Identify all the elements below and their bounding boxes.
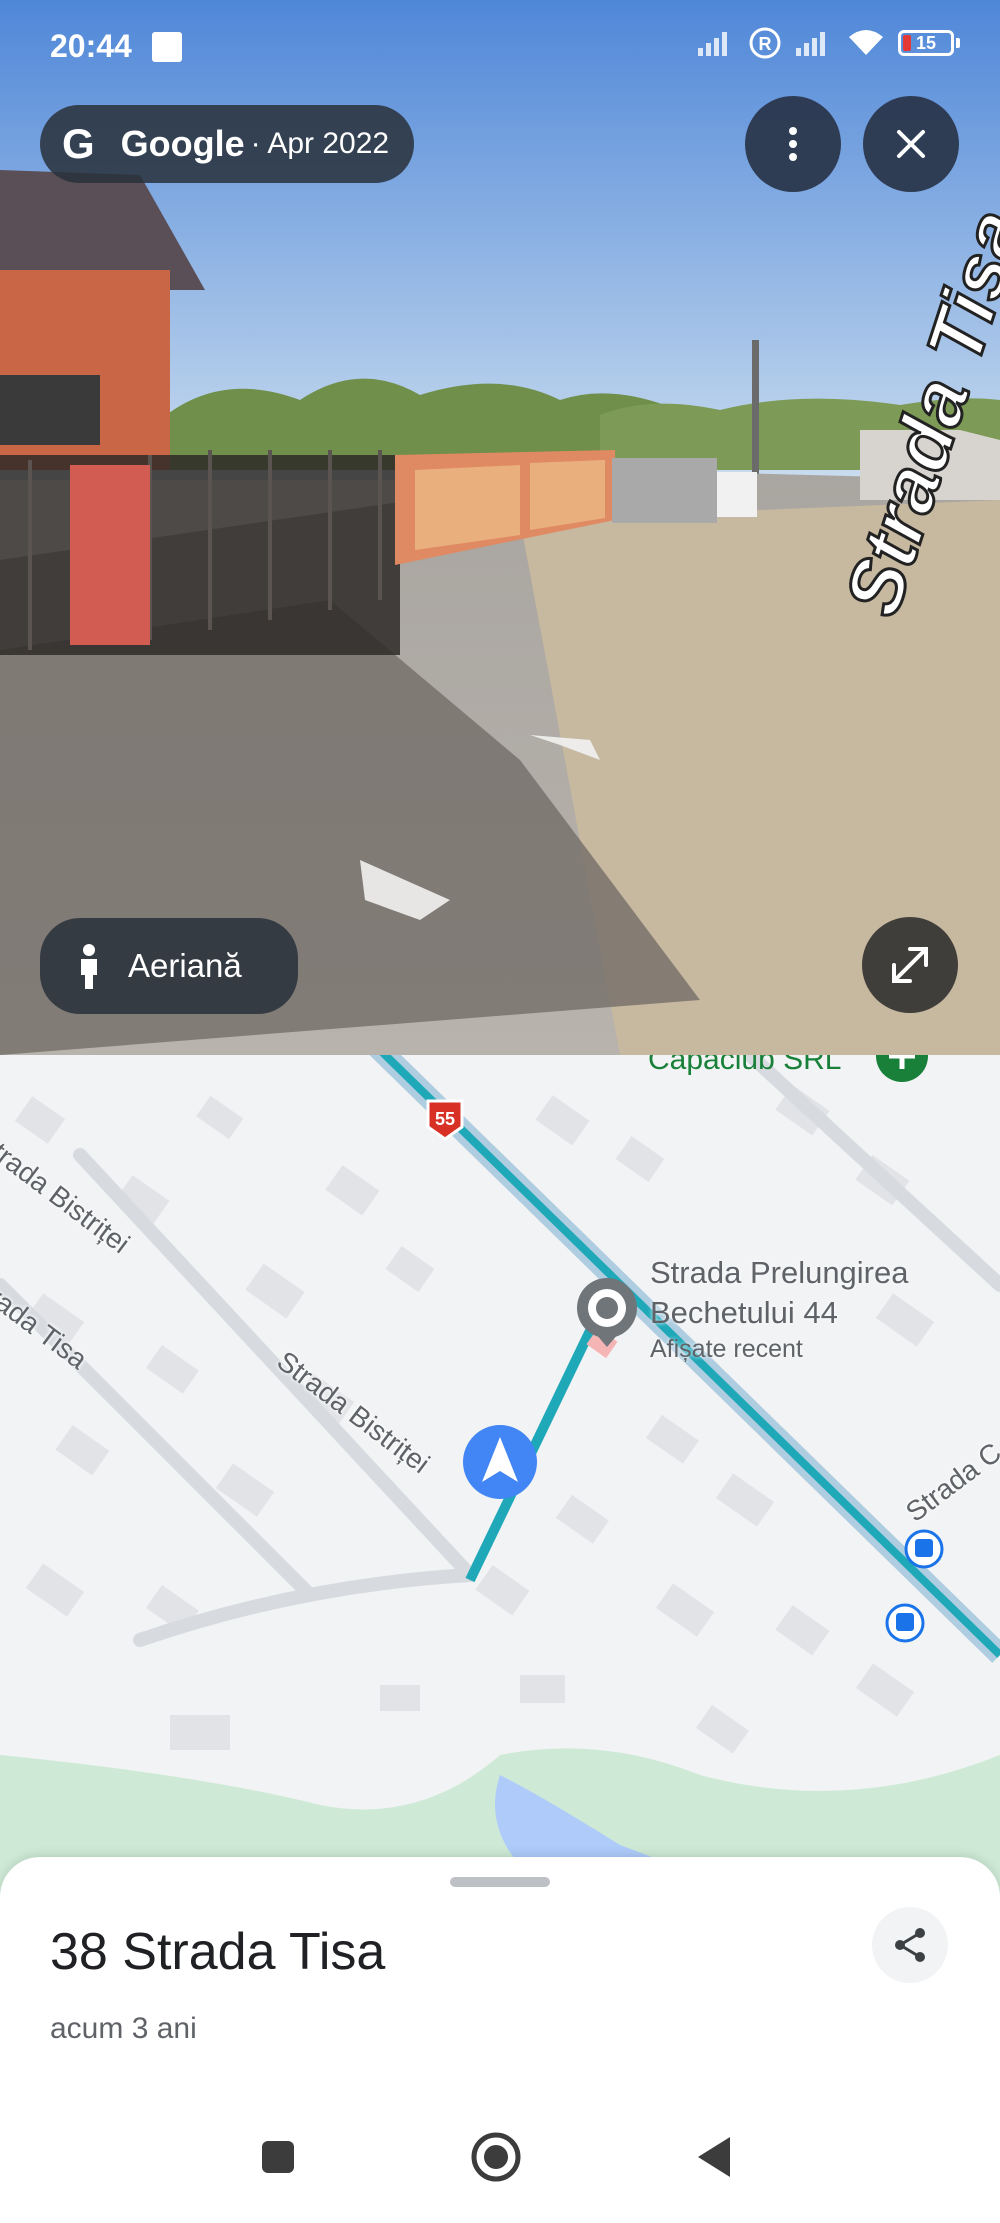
- street-view-panel[interactable]: Strada Tisa 20:44 R 15 G Google · Apr 20…: [0, 0, 1000, 1055]
- signal-2-icon: [796, 32, 825, 56]
- route-badge-text: 55: [435, 1109, 455, 1129]
- bus-stop-icon: [904, 1529, 944, 1569]
- battery-tip: [956, 38, 960, 48]
- share-icon: [895, 1928, 925, 1962]
- person-icon: [81, 944, 97, 989]
- poi-label[interactable]: Capaclub SRL: [648, 1055, 841, 1077]
- share-button[interactable]: [872, 1907, 948, 1983]
- place-subtitle: Afișate recent: [650, 1335, 803, 1363]
- battery-icon: 15: [898, 30, 954, 56]
- battery-level: [903, 35, 911, 51]
- drag-handle[interactable]: [450, 1877, 550, 1887]
- back-button[interactable]: [674, 2117, 754, 2197]
- aerial-view-button[interactable]: Aeriană: [40, 918, 298, 1014]
- place-name[interactable]: Strada Prelungirea Bechetului 44: [650, 1253, 909, 1333]
- place-name-line1: Strada Prelungirea: [650, 1255, 909, 1290]
- place-name-line2: Bechetului 44: [650, 1295, 838, 1330]
- status-bar: 20:44 R 15: [0, 0, 1000, 92]
- battery-text: 15: [915, 32, 937, 53]
- address-title: 38 Strada Tisa: [50, 1923, 386, 1981]
- close-button[interactable]: [863, 96, 959, 192]
- system-nav-bar: [0, 2117, 1000, 2223]
- status-icons: R 15: [696, 26, 960, 60]
- bottom-sheet[interactable]: 38 Strada Tisa acum 3 ani: [0, 1857, 1000, 2223]
- close-icon: [897, 130, 925, 158]
- more-vert-icon: [789, 127, 797, 161]
- google-label: Google: [120, 123, 245, 164]
- imagery-date-chip[interactable]: G Google · Apr 2022: [40, 105, 414, 183]
- recents-button[interactable]: [238, 2117, 318, 2197]
- svg-text:R: R: [759, 34, 772, 54]
- bus-stop-icon-2: [885, 1603, 925, 1643]
- signal-icon: [698, 32, 727, 56]
- notification-icon: [152, 32, 182, 62]
- home-circle-icon: [471, 2132, 521, 2182]
- back-triangle-icon: [698, 2137, 730, 2177]
- square-icon: [262, 2141, 294, 2173]
- home-button[interactable]: [456, 2117, 536, 2197]
- poi-marker-icon: [876, 1055, 928, 1082]
- google-g-icon: G: [62, 120, 95, 167]
- fullscreen-button[interactable]: [862, 917, 958, 1013]
- more-options-button[interactable]: [745, 96, 841, 192]
- roaming-icon: R: [749, 27, 781, 59]
- imagery-date: · Apr 2022: [250, 127, 390, 160]
- address-subtitle: acum 3 ani: [50, 2012, 197, 2045]
- aerial-view-label: Aeriană: [128, 947, 242, 984]
- wifi-icon: [849, 30, 883, 55]
- status-time: 20:44: [50, 28, 132, 64]
- fullscreen-icon: [892, 947, 928, 983]
- current-location-icon: [463, 1425, 537, 1499]
